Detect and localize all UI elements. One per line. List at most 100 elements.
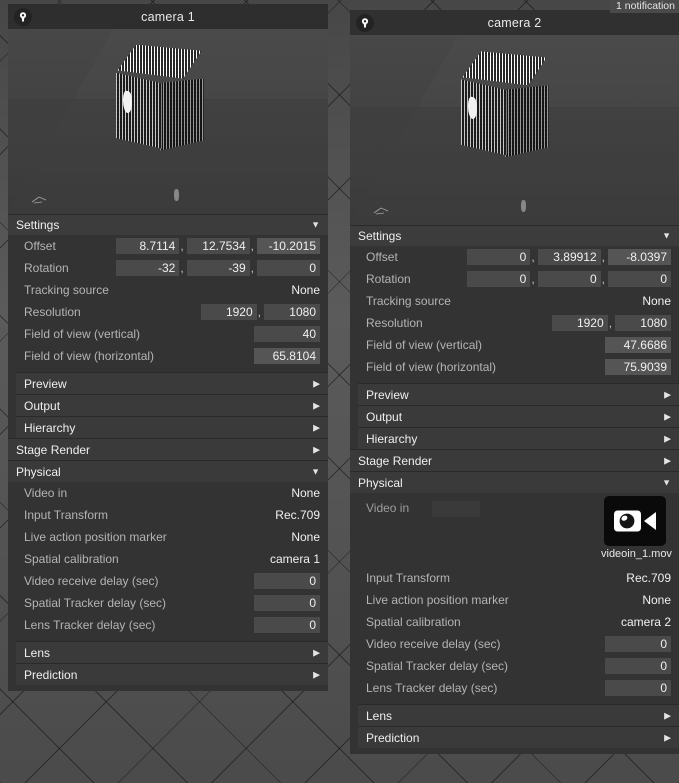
row-spatial-tracker-delay[interactable]: Spatial Tracker delay (sec) 0: [350, 655, 679, 677]
row-fov-vertical[interactable]: Field of view (vertical) 47.6686: [350, 334, 679, 356]
section-label: Lens: [24, 645, 51, 660]
value-separator: ,: [257, 305, 261, 319]
resolution-height-field[interactable]: 1080: [615, 315, 671, 331]
row-offset[interactable]: Offset 8.7114 , 12.7534 , -10.2015: [8, 235, 328, 257]
row-values: 8.7114 , 12.7534 , -10.2015: [116, 238, 320, 254]
input-transform-value[interactable]: Rec.709: [626, 571, 671, 585]
rotation-x-field[interactable]: -32: [116, 260, 180, 276]
live-action-marker-value[interactable]: None: [642, 593, 671, 607]
row-live-action-position-marker[interactable]: Live action position marker None: [8, 526, 328, 548]
section-header-lens[interactable]: Lens ▶: [16, 641, 328, 663]
resolution-height-field[interactable]: 1080: [264, 304, 320, 320]
lens-tracker-delay-field[interactable]: 0: [254, 617, 320, 633]
offset-y-field[interactable]: 12.7534: [186, 238, 250, 254]
section-header-hierarchy[interactable]: Hierarchy ▶: [16, 416, 328, 438]
row-tracking-source[interactable]: Tracking source None: [350, 290, 679, 312]
offset-z-field[interactable]: -8.0397: [608, 249, 671, 265]
row-lens-tracker-delay[interactable]: Lens Tracker delay (sec) 0: [8, 614, 328, 636]
row-rotation[interactable]: Rotation -32 , -39 , 0: [8, 257, 328, 279]
section-header-stage-render[interactable]: Stage Render ▶: [350, 449, 679, 471]
live-action-marker-value[interactable]: None: [291, 530, 320, 544]
row-fov-horizontal[interactable]: Field of view (horizontal) 75.9039: [350, 356, 679, 378]
section-header-preview[interactable]: Preview ▶: [16, 372, 328, 394]
offset-z-field[interactable]: -10.2015: [257, 238, 320, 254]
panel-titlebar-camera-1[interactable]: camera 1: [8, 4, 328, 29]
video-receive-delay-field[interactable]: 0: [254, 573, 320, 589]
chevron-down-icon: ▼: [662, 477, 671, 487]
panel-titlebar-camera-2[interactable]: camera 2: [350, 10, 679, 35]
tracking-source-value[interactable]: None: [291, 283, 320, 297]
section-header-prediction[interactable]: Prediction ▶: [358, 726, 679, 748]
video-in-dropzone[interactable]: [432, 501, 480, 517]
section-header-preview[interactable]: Preview ▶: [358, 383, 679, 405]
row-offset[interactable]: Offset 0 , 3.89912 , -8.0397: [350, 246, 679, 268]
resolution-width-field[interactable]: 1920: [551, 315, 608, 331]
section-header-prediction[interactable]: Prediction ▶: [16, 663, 328, 685]
section-header-hierarchy[interactable]: Hierarchy ▶: [358, 427, 679, 449]
rotation-z-field[interactable]: 0: [257, 260, 320, 276]
row-video-in[interactable]: Video in videoin_1.mov: [350, 493, 679, 567]
row-tracking-source[interactable]: Tracking source None: [8, 279, 328, 301]
camera-badge-icon: [356, 13, 374, 32]
row-video-in[interactable]: Video in None: [8, 482, 328, 504]
row-fov-vertical[interactable]: Field of view (vertical) 40: [8, 323, 328, 345]
value-separator: ,: [601, 250, 605, 264]
spatial-tracker-delay-field[interactable]: 0: [605, 658, 671, 674]
row-values: 0 , 0 , 0: [467, 271, 671, 287]
row-values: None: [291, 283, 320, 297]
row-label: Video in: [24, 486, 68, 500]
row-input-transform[interactable]: Input Transform Rec.709: [350, 567, 679, 589]
section-header-stage-render[interactable]: Stage Render ▶: [8, 438, 328, 460]
section-header-settings[interactable]: Settings ▼: [350, 225, 679, 246]
fov-vertical-field[interactable]: 47.6686: [605, 337, 671, 353]
resolution-width-field[interactable]: 1920: [200, 304, 257, 320]
offset-x-field[interactable]: 8.7114: [116, 238, 180, 254]
row-rotation[interactable]: Rotation 0 , 0 , 0: [350, 268, 679, 290]
section-header-output[interactable]: Output ▶: [358, 405, 679, 427]
section-header-settings[interactable]: Settings ▼: [8, 214, 328, 235]
viewport-camera-1[interactable]: [8, 29, 328, 214]
row-input-transform[interactable]: Input Transform Rec.709: [8, 504, 328, 526]
spatial-calibration-value[interactable]: camera 1: [270, 552, 320, 566]
row-resolution[interactable]: Resolution 1920 , 1080: [350, 312, 679, 334]
rotation-y-field[interactable]: 0: [537, 271, 601, 287]
video-in-value[interactable]: None: [291, 486, 320, 500]
rotation-y-field[interactable]: -39: [186, 260, 250, 276]
lens-tracker-delay-field[interactable]: 0: [605, 680, 671, 696]
offset-x-field[interactable]: 0: [467, 249, 531, 265]
fov-vertical-field[interactable]: 40: [254, 326, 320, 342]
section-header-output[interactable]: Output ▶: [16, 394, 328, 416]
notification-badge[interactable]: 1 notification: [610, 0, 679, 13]
rotation-x-field[interactable]: 0: [467, 271, 531, 287]
row-video-receive-delay[interactable]: Video receive delay (sec) 0: [8, 570, 328, 592]
row-resolution[interactable]: Resolution 1920 , 1080: [8, 301, 328, 323]
rotation-z-field[interactable]: 0: [608, 271, 671, 287]
spatial-tracker-delay-field[interactable]: 0: [254, 595, 320, 611]
section-header-physical[interactable]: Physical ▼: [8, 460, 328, 482]
fov-horizontal-field[interactable]: 75.9039: [605, 359, 671, 375]
row-spatial-calibration[interactable]: Spatial calibration camera 2: [350, 611, 679, 633]
row-spatial-calibration[interactable]: Spatial calibration camera 1: [8, 548, 328, 570]
spatial-calibration-value[interactable]: camera 2: [621, 615, 671, 629]
offset-y-field[interactable]: 3.89912: [537, 249, 601, 265]
row-fov-horizontal[interactable]: Field of view (horizontal) 65.8104: [8, 345, 328, 367]
section-header-lens[interactable]: Lens ▶: [358, 704, 679, 726]
video-receive-delay-field[interactable]: 0: [605, 636, 671, 652]
row-values: 1920 , 1080: [551, 315, 671, 331]
row-values: Rec.709: [626, 571, 671, 585]
row-values: 0: [254, 573, 320, 589]
video-in-thumbnail[interactable]: videoin_1.mov: [601, 496, 672, 560]
chevron-down-icon: ▼: [662, 230, 671, 241]
fov-horizontal-field[interactable]: 65.8104: [254, 348, 320, 364]
row-lens-tracker-delay[interactable]: Lens Tracker delay (sec) 0: [350, 677, 679, 699]
panel-bottom-padding: [350, 748, 679, 754]
row-live-action-position-marker[interactable]: Live action position marker None: [350, 589, 679, 611]
row-values: 0: [605, 636, 671, 652]
row-video-receive-delay[interactable]: Video receive delay (sec) 0: [350, 633, 679, 655]
row-spatial-tracker-delay[interactable]: Spatial Tracker delay (sec) 0: [8, 592, 328, 614]
viewport-camera-2[interactable]: [350, 35, 679, 225]
input-transform-value[interactable]: Rec.709: [275, 508, 320, 522]
video-camera-icon: [604, 496, 666, 546]
section-header-physical[interactable]: Physical ▼: [350, 471, 679, 493]
tracking-source-value[interactable]: None: [642, 294, 671, 308]
